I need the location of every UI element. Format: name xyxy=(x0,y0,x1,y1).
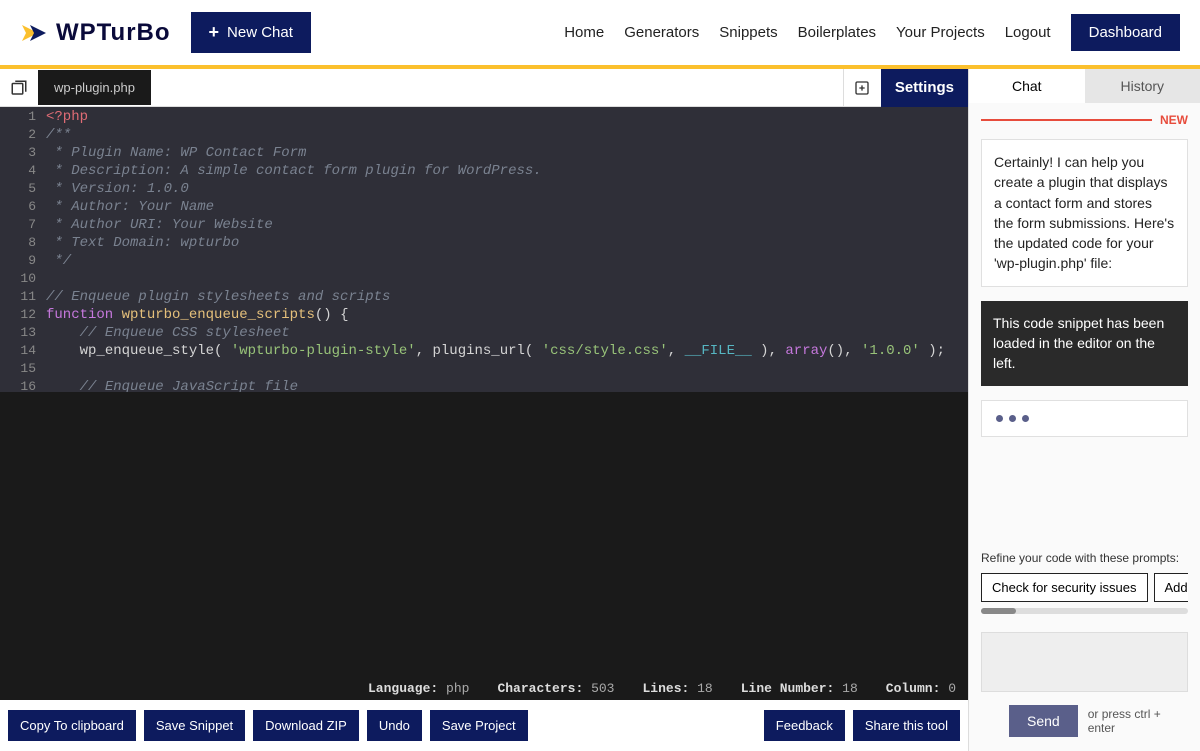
main-nav: Home Generators Snippets Boilerplates Yo… xyxy=(564,14,1180,51)
status-line-number: Line Number: 18 xyxy=(741,681,858,696)
dashboard-button[interactable]: Dashboard xyxy=(1071,14,1180,51)
code-content[interactable]: <?php/** * Plugin Name: WP Contact Form … xyxy=(42,107,968,392)
system-message: This code snippet has been loaded in the… xyxy=(981,301,1188,386)
chat-sidebar: Chat History NEW Certainly! I can help y… xyxy=(968,69,1200,751)
nav-snippets[interactable]: Snippets xyxy=(719,24,777,41)
action-bar: Copy To clipboard Save Snippet Download … xyxy=(0,700,968,751)
nav-boilerplates[interactable]: Boilerplates xyxy=(798,24,876,41)
chat-input-area: Send or press ctrl + enter xyxy=(969,624,1200,751)
status-column: Column: 0 xyxy=(886,681,956,696)
chat-input[interactable] xyxy=(981,632,1188,692)
send-button[interactable]: Send xyxy=(1009,705,1078,737)
download-zip-button[interactable]: Download ZIP xyxy=(253,710,359,741)
refine-chips: Check for security issues Add comme xyxy=(981,573,1188,602)
tab-chat[interactable]: Chat xyxy=(969,69,1085,103)
chip-comments[interactable]: Add comme xyxy=(1154,573,1189,602)
file-tab[interactable]: wp-plugin.php xyxy=(38,70,151,105)
refine-section: Refine your code with these prompts: Che… xyxy=(969,541,1200,624)
dot-icon xyxy=(996,415,1003,422)
line-gutter: 123456789101112131415161718 xyxy=(0,107,42,392)
nav-logout[interactable]: Logout xyxy=(1005,24,1051,41)
logo-arrow-icon xyxy=(20,21,48,45)
dot-icon xyxy=(1022,415,1029,422)
sidebar-tabs: Chat History xyxy=(969,69,1200,103)
share-tool-button[interactable]: Share this tool xyxy=(853,710,960,741)
code-editor[interactable]: 123456789101112131415161718 <?php/** * P… xyxy=(0,107,968,392)
editor-empty-space xyxy=(0,392,968,677)
nav-your-projects[interactable]: Your Projects xyxy=(896,24,985,41)
settings-button[interactable]: Settings xyxy=(881,69,968,107)
chip-scrollbar[interactable] xyxy=(981,608,1188,614)
dot-icon xyxy=(1009,415,1016,422)
loading-indicator xyxy=(981,400,1188,437)
new-label: NEW xyxy=(1160,113,1188,127)
copy-clipboard-button[interactable]: Copy To clipboard xyxy=(8,710,136,741)
editor-topbar: wp-plugin.php Settings xyxy=(0,69,968,107)
new-chat-label: New Chat xyxy=(227,24,293,41)
feedback-button[interactable]: Feedback xyxy=(764,710,845,741)
new-chat-button[interactable]: + New Chat xyxy=(191,12,311,53)
logo[interactable]: WPTurBo xyxy=(20,19,171,47)
status-characters: Characters: 503 xyxy=(497,681,614,696)
refine-label: Refine your code with these prompts: xyxy=(981,551,1188,565)
assistant-message: Certainly! I can help you create a plugi… xyxy=(981,139,1188,287)
header: WPTurBo + New Chat Home Generators Snipp… xyxy=(0,0,1200,69)
add-file-button[interactable] xyxy=(843,69,881,107)
plus-icon: + xyxy=(209,22,220,43)
editor-area: wp-plugin.php Settings 12345678910111213… xyxy=(0,69,968,751)
chip-security[interactable]: Check for security issues xyxy=(981,573,1148,602)
nav-generators[interactable]: Generators xyxy=(624,24,699,41)
nav-home[interactable]: Home xyxy=(564,24,604,41)
status-bar: Language: php Characters: 503 Lines: 18 … xyxy=(0,677,968,700)
main: wp-plugin.php Settings 12345678910111213… xyxy=(0,69,1200,751)
undo-button[interactable]: Undo xyxy=(367,710,422,741)
file-tree-icon[interactable] xyxy=(0,79,38,97)
logo-text: WPTurBo xyxy=(56,19,171,47)
status-lines: Lines: 18 xyxy=(642,681,712,696)
new-divider: NEW xyxy=(969,103,1200,133)
chat-body: Certainly! I can help you create a plugi… xyxy=(969,133,1200,541)
save-project-button[interactable]: Save Project xyxy=(430,710,528,741)
status-language: Language: php xyxy=(368,681,469,696)
save-snippet-button[interactable]: Save Snippet xyxy=(144,710,245,741)
send-hint: or press ctrl + enter xyxy=(1088,707,1188,735)
tab-history[interactable]: History xyxy=(1085,69,1200,103)
